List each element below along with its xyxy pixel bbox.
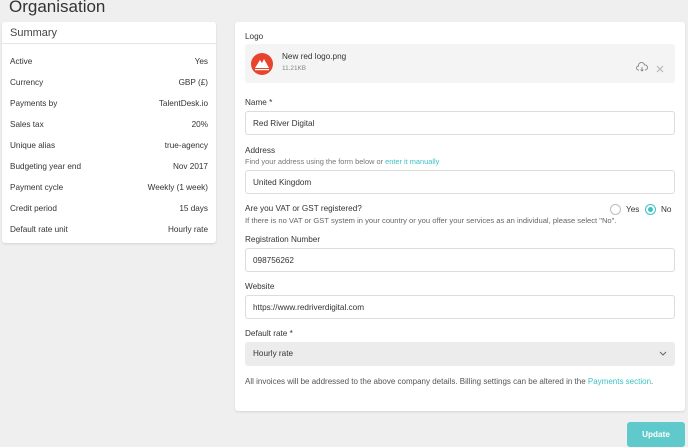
summary-row-unique-alias: Unique alias true-agency: [10, 141, 208, 155]
logo-thumbnail: [251, 53, 273, 75]
summary-value: true-agency: [164, 141, 208, 150]
address-input[interactable]: [245, 170, 675, 194]
summary-value: GBP (£): [178, 78, 208, 87]
summary-value: Nov 2017: [172, 162, 208, 171]
registration-number-input[interactable]: [245, 248, 675, 272]
summary-key: Sales tax: [10, 120, 44, 129]
website-input[interactable]: [245, 295, 675, 319]
summary-title: Summary: [10, 27, 58, 39]
company-logo-image: [255, 59, 269, 71]
vat-label: Are you VAT or GST registered?: [245, 204, 362, 213]
name-input[interactable]: [245, 111, 675, 135]
summary-value: Weekly (1 week): [147, 183, 208, 192]
summary-divider: [2, 43, 216, 44]
summary-key: Currency: [10, 78, 44, 87]
payments-section-link[interactable]: Payments section: [588, 377, 651, 386]
summary-row-credit-period: Credit period 15 days: [10, 204, 208, 218]
summary-row-payments-by: Payments by TalentDesk.io: [10, 99, 208, 113]
logo-file-size: 11.21KB: [282, 65, 307, 72]
default-rate-label: Default rate *: [245, 329, 293, 338]
summary-value: 15 days: [179, 204, 208, 213]
logo-upload-box: [245, 44, 675, 83]
website-label: Website: [245, 282, 275, 291]
vat-no-label[interactable]: No: [661, 205, 671, 214]
enter-manually-link[interactable]: enter it manually: [385, 157, 439, 166]
billing-footnote: All invoices will be addressed to the ab…: [245, 376, 675, 388]
summary-row-default-rate-unit: Default rate unit Hourly rate: [10, 225, 208, 239]
address-label: Address: [245, 146, 276, 155]
vat-no-radio[interactable]: [645, 204, 656, 215]
summary-row-budgeting-year-end: Budgeting year end Nov 2017: [10, 162, 208, 176]
summary-key: Credit period: [10, 204, 57, 213]
summary-key: Payment cycle: [10, 183, 64, 192]
close-icon[interactable]: [656, 60, 664, 78]
vat-yes-label[interactable]: Yes: [626, 205, 639, 214]
summary-row-sales-tax: Sales tax 20%: [10, 120, 208, 134]
summary-key: Unique alias: [10, 141, 56, 150]
summary-value: TalentDesk.io: [158, 99, 208, 108]
summary-value: 20%: [191, 120, 208, 129]
default-rate-value: Hourly rate: [253, 349, 294, 358]
logo-file-name: New red logo.png: [282, 52, 347, 61]
footnote-suffix: .: [651, 377, 654, 386]
registration-label: Registration Number: [245, 235, 321, 244]
summary-row-active: Active Yes: [10, 57, 208, 71]
summary-row-currency: Currency GBP (£): [10, 78, 208, 92]
summary-value: Hourly rate: [167, 225, 208, 234]
summary-key: Budgeting year end: [10, 162, 82, 171]
update-button[interactable]: Update: [627, 422, 685, 447]
address-hint: Find your address using the form below o…: [245, 157, 439, 166]
vat-yes-radio[interactable]: [610, 204, 621, 215]
summary-key: Payments by: [10, 99, 58, 108]
logo-label: Logo: [245, 32, 264, 41]
footnote-text: All invoices will be addressed to the ab…: [245, 377, 588, 386]
summary-key: Active: [10, 57, 33, 66]
cloud-download-icon[interactable]: [636, 59, 648, 77]
address-hint-text: Find your address using the form below o…: [245, 157, 386, 166]
organisation-page: Organisation Summary Active Yes Currency…: [0, 0, 688, 447]
vat-hint: If there is no VAT or GST system in your…: [245, 216, 617, 225]
summary-row-payment-cycle: Payment cycle Weekly (1 week): [10, 183, 208, 197]
summary-value: Yes: [194, 57, 208, 66]
summary-key: Default rate unit: [10, 225, 68, 234]
chevron-down-icon: [659, 342, 667, 376]
page-title: Organisation: [9, 0, 106, 16]
name-label: Name *: [245, 98, 273, 107]
default-rate-select[interactable]: Hourly rate: [245, 342, 675, 366]
